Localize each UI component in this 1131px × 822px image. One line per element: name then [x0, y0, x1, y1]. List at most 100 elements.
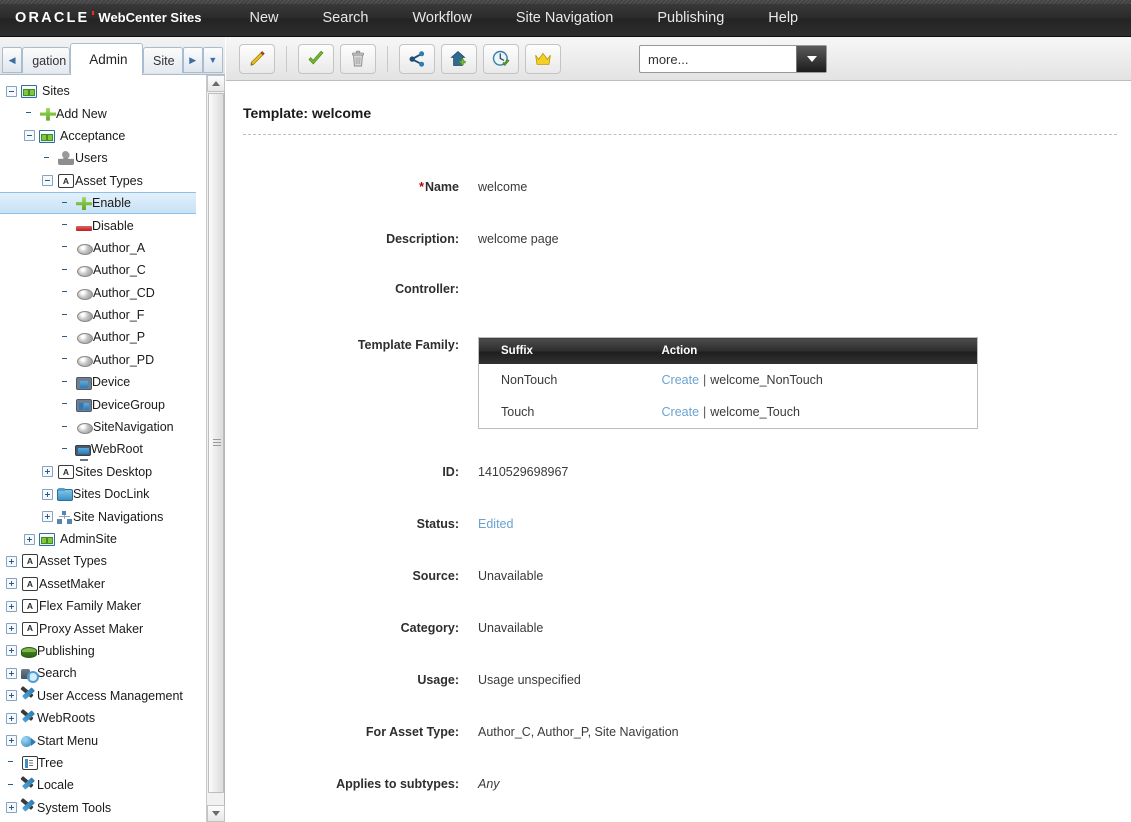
tree-item-acceptance[interactable]: Acceptance	[0, 125, 196, 147]
site-icon	[39, 533, 55, 546]
bookmark-button[interactable]	[525, 43, 561, 74]
share-button[interactable]	[399, 43, 435, 74]
expand-icon[interactable]	[24, 533, 35, 545]
create-link[interactable]: Create	[662, 405, 700, 419]
tree-item-author-pd[interactable]: Author_PD	[0, 349, 196, 371]
tree-item-search[interactable]: Search	[0, 662, 196, 684]
chevron-down-icon[interactable]	[796, 46, 826, 72]
field-row-template-family: Template Family: Suffix Action NonTouch …	[226, 337, 1131, 429]
tree-item-publishing[interactable]: Publishing	[0, 640, 196, 662]
tree-item-asset-types[interactable]: A Asset Types	[0, 550, 196, 572]
tree-item-proxy-asset-maker[interactable]: A Proxy Asset Maker	[0, 617, 196, 639]
tree-item-sites-desktop[interactable]: A Sites Desktop	[0, 461, 196, 483]
more-actions-select[interactable]: more...	[639, 45, 827, 73]
tree-spacer	[60, 399, 71, 410]
status-badge[interactable]: Edited	[478, 516, 513, 532]
expand-icon[interactable]	[6, 555, 17, 567]
schedule-button[interactable]	[483, 43, 519, 74]
tree-item-author-f[interactable]: Author_F	[0, 304, 196, 326]
tree-item-webroot[interactable]: WebRoot	[0, 438, 196, 462]
field-label-controller: Controller:	[395, 282, 459, 296]
approve-button[interactable]	[298, 43, 334, 74]
pencil-icon	[250, 50, 265, 66]
expand-icon[interactable]	[6, 667, 17, 679]
scrollbar-thumb[interactable]	[208, 93, 224, 793]
minus-icon	[76, 225, 92, 231]
tree-item-site-navigations[interactable]: Site Navigations	[0, 505, 196, 527]
tree-item-enable[interactable]: Enable	[0, 191, 196, 215]
tree-item-users[interactable]: Users	[0, 147, 196, 169]
tree-item-tree[interactable]: Tree	[0, 752, 196, 774]
add-to-site-button[interactable]	[441, 43, 477, 74]
tab-list-dropdown-icon[interactable]: ▼	[202, 47, 223, 73]
nav-site-navigation[interactable]: Site Navigation	[494, 0, 636, 37]
tree-item-label: Locale	[37, 778, 74, 793]
clock-check-icon	[492, 50, 510, 66]
tree-item-sites[interactable]: Sites	[0, 80, 196, 102]
edit-button[interactable]	[239, 43, 275, 74]
tree-item-sites-doclink[interactable]: Sites DocLink	[0, 483, 196, 505]
tab-scroll-left-icon[interactable]: ◀	[2, 47, 23, 73]
tree-item-sitenavigation[interactable]: SiteNavigation	[0, 416, 196, 438]
tree-item-disable[interactable]: Disable	[0, 214, 196, 236]
expand-icon[interactable]	[42, 488, 53, 500]
tree-item-system-tools[interactable]: System Tools	[0, 797, 196, 819]
tree-item-adminsite[interactable]: AdminSite	[0, 528, 196, 550]
expand-icon[interactable]	[6, 578, 17, 590]
nav-workflow[interactable]: Workflow	[390, 0, 493, 37]
tree-item-devicegroup[interactable]: DeviceGroup	[0, 393, 196, 415]
tree-item-flex-family-maker[interactable]: A Flex Family Maker	[0, 595, 196, 617]
expand-icon[interactable]	[42, 466, 53, 478]
tree-item-label: Site Navigations	[73, 509, 164, 524]
tree-spacer	[60, 332, 71, 343]
tree-item-start-menu[interactable]: Start Menu	[0, 729, 196, 751]
action-separator: |	[703, 373, 707, 387]
tree-item-author-p[interactable]: Author_P	[0, 326, 196, 348]
nav-search[interactable]: Search	[301, 0, 391, 37]
field-label-id: ID:	[442, 465, 459, 479]
expand-icon[interactable]	[6, 623, 17, 635]
tools-icon	[21, 801, 37, 815]
create-link[interactable]: Create	[662, 373, 700, 387]
tab-site-navigation[interactable]: gation	[22, 47, 71, 73]
expand-icon[interactable]	[6, 802, 17, 814]
tree-spacer	[6, 757, 17, 768]
nav-publishing[interactable]: Publishing	[635, 0, 746, 37]
expand-icon[interactable]	[6, 735, 17, 747]
expand-icon[interactable]	[6, 712, 17, 724]
nav-help[interactable]: Help	[746, 0, 820, 37]
tree-item-author-a[interactable]: Author_A	[0, 237, 196, 259]
tree-item-author-c[interactable]: Author_C	[0, 259, 196, 281]
tab-admin[interactable]: Admin	[70, 43, 143, 75]
tree-item-user-access-management[interactable]: User Access Management	[0, 685, 196, 707]
house-plus-icon	[450, 50, 466, 66]
tree-item-author-cd[interactable]: Author_CD	[0, 282, 196, 304]
tab-site[interactable]: Site	[143, 47, 183, 73]
scroll-down-icon[interactable]	[207, 805, 225, 822]
field-row-source: Source: Unavailable	[226, 568, 1131, 584]
tree-scrollbar[interactable]	[206, 75, 225, 822]
more-actions-value[interactable]: more...	[640, 46, 796, 72]
tree-item-assetmaker[interactable]: A AssetMaker	[0, 573, 196, 595]
expand-icon[interactable]	[42, 511, 53, 523]
tree-item-locale[interactable]: Locale	[0, 774, 196, 796]
left-panel: ◀ gation Admin Site ▶ ▼ Sites Add New Acce…	[0, 37, 225, 822]
tree-viewport: Sites Add New Acceptance Users A Asset Types E…	[0, 75, 225, 822]
field-value-applies-to-subtypes: Any	[478, 777, 500, 791]
expand-icon[interactable]	[6, 600, 17, 612]
collapse-icon[interactable]	[42, 175, 53, 187]
scroll-up-icon[interactable]	[207, 75, 225, 92]
table-row: NonTouch Create | welcome_NonTouch	[479, 364, 978, 396]
tree-item-add-new[interactable]: Add New	[0, 102, 196, 124]
nav-new[interactable]: New	[228, 0, 301, 37]
delete-button[interactable]	[340, 43, 376, 74]
collapse-icon[interactable]	[6, 85, 17, 97]
tree-spacer	[60, 287, 71, 298]
expand-icon[interactable]	[6, 645, 17, 657]
tab-scroll-right-icon[interactable]: ▶	[182, 47, 203, 73]
tree-item-device[interactable]: Device	[0, 371, 196, 393]
collapse-icon[interactable]	[24, 130, 35, 142]
tree-item-webroots[interactable]: WebRoots	[0, 707, 196, 729]
expand-icon[interactable]	[6, 690, 17, 702]
tree-item-asset-types[interactable]: A Asset Types	[0, 170, 196, 192]
